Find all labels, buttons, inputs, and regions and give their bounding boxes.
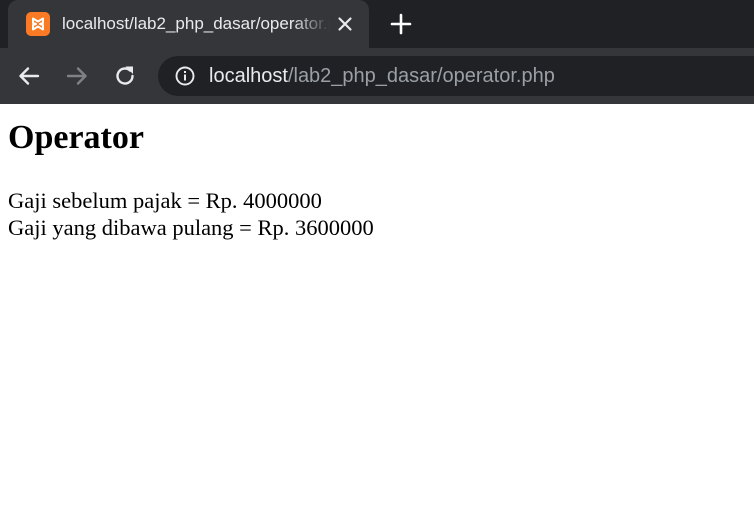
address-url[interactable]: localhost/lab2_php_dasar/operator.php	[209, 64, 555, 88]
tab-title: localhost/lab2_php_dasar/operator.php	[62, 14, 330, 33]
xampp-icon	[26, 12, 50, 36]
plus-icon[interactable]	[389, 12, 413, 36]
tab-strip: localhost/lab2_php_dasar/operator.php	[0, 0, 754, 48]
info-icon[interactable]	[174, 65, 196, 87]
page-content: Operator Gaji sebelum pajak = Rp. 400000…	[0, 104, 754, 532]
forward-arrow-icon[interactable]	[64, 63, 90, 89]
salary-take-home: Gaji yang dibawa pulang = Rp. 3600000	[8, 215, 374, 240]
url-host: localhost	[209, 65, 288, 87]
browser-window: localhost/lab2_php_dasar/operator.php lo…	[0, 0, 754, 532]
close-icon[interactable]	[334, 13, 356, 35]
address-bar[interactable]: localhost/lab2_php_dasar/operator.php	[158, 56, 754, 96]
reload-icon[interactable]	[112, 63, 138, 89]
tab-operator[interactable]: localhost/lab2_php_dasar/operator.php	[8, 0, 369, 48]
back-arrow-icon[interactable]	[16, 63, 42, 89]
salary-before-tax: Gaji sebelum pajak = Rp. 4000000	[8, 188, 322, 213]
page-title: Operator	[8, 119, 144, 156]
toolbar: localhost/lab2_php_dasar/operator.php	[0, 48, 754, 104]
url-path: /lab2_php_dasar/operator.php	[287, 65, 555, 87]
